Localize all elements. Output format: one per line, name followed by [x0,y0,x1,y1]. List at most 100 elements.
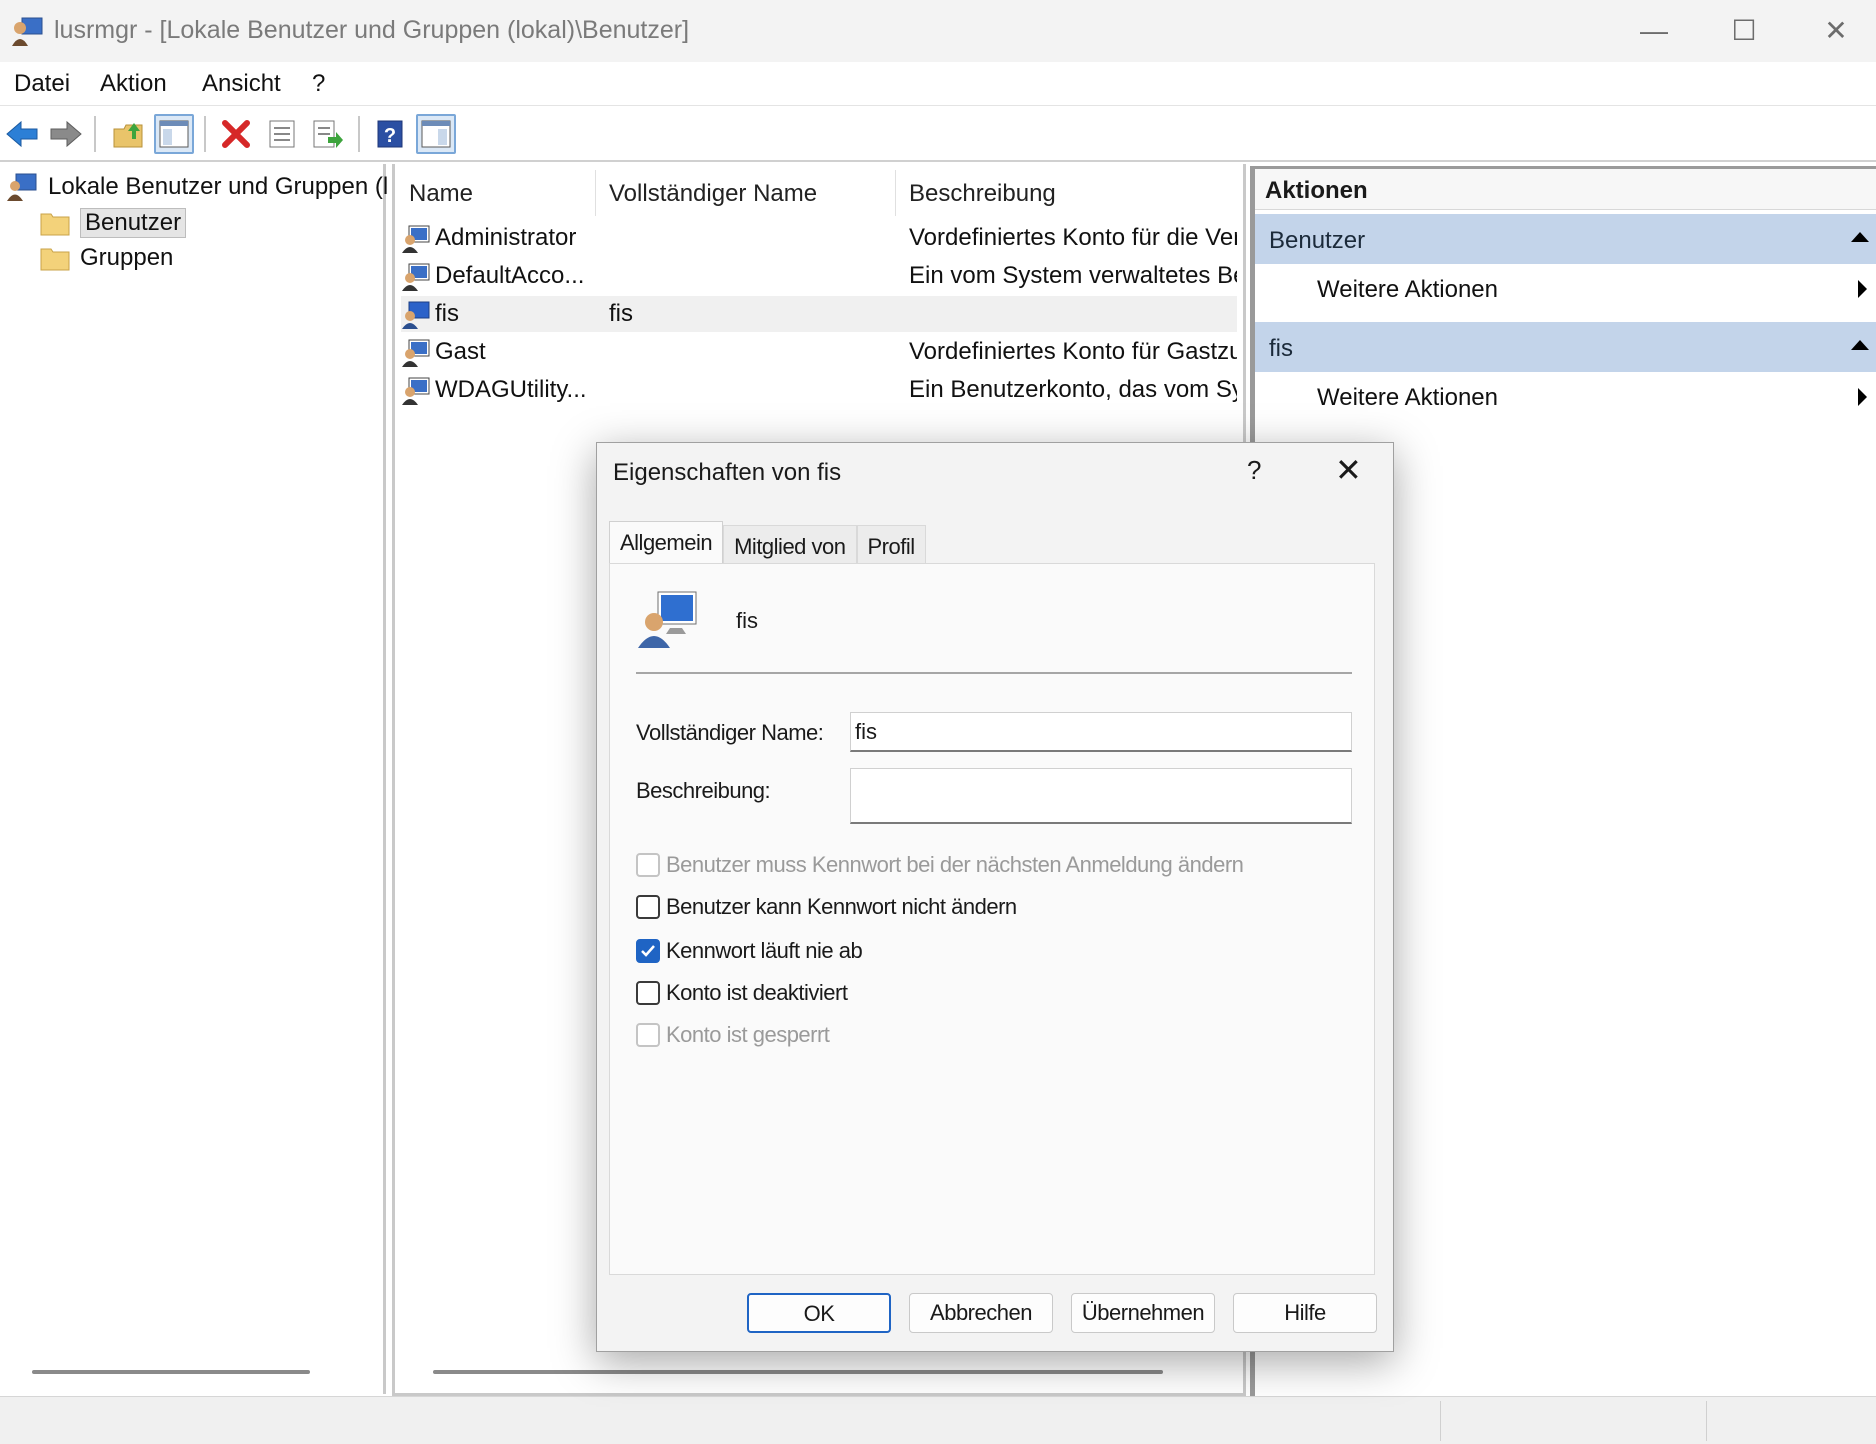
folder-icon [40,248,70,271]
menu-ansicht[interactable]: Ansicht [202,70,281,98]
column-separator[interactable] [895,170,896,216]
tree-item-benutzer-label: Benutzer [80,208,187,238]
checkbox-cannot-change-password[interactable]: Benutzer kann Kennwort nicht ändern [636,894,1017,920]
menu-datei[interactable]: Datei [14,70,70,98]
status-bar [0,1396,1876,1444]
app-users-icon [12,17,43,46]
tree-item-gruppen-label: Gruppen [80,244,174,271]
back-arrow-icon [6,120,38,148]
checkbox-box[interactable] [636,895,660,919]
toolbar: ? [0,106,1876,162]
tree-root-label: Lokale Benutzer und Gruppen (l [48,173,389,200]
checkbox-box[interactable] [636,981,660,1005]
checkbox-label: Benutzer muss Kennwort bei der nächsten … [666,852,1244,877]
checkbox-account-disabled[interactable]: Konto ist deaktiviert [636,980,848,1006]
list-horizontal-scrollbar[interactable] [433,1370,1163,1374]
cell-name: DefaultAcco... [435,262,585,289]
checkbox-label: Kennwort läuft nie ab [666,938,863,963]
tab-panel-allgemein: fis Vollständiger Name: Beschreibung: Be… [609,563,1375,1275]
tree-horizontal-scrollbar[interactable] [32,1370,310,1374]
dialog-title: Eigenschaften von fis [613,459,842,486]
checkbox-password-never-expires[interactable]: Kennwort läuft nie ab [636,938,863,964]
tree-item-benutzer[interactable]: Benutzer [40,208,187,238]
action-weitere-aktionen[interactable]: Weitere Aktionen [1255,374,1876,420]
description-field[interactable] [850,768,1352,824]
action-label: Weitere Aktionen [1317,384,1498,411]
checkbox-label: Konto ist gesperrt [666,1022,830,1047]
toolbar-separator [204,116,206,152]
ok-button[interactable]: OK [747,1293,891,1333]
show-hide-tree-button[interactable] [154,114,194,154]
maximize-button[interactable]: ☐ [1714,10,1774,52]
tab-profil[interactable]: Profil [856,525,926,565]
delete-icon [222,120,250,148]
dialog-username: fis [736,608,758,633]
table-row[interactable]: fis fis [401,296,1237,332]
actions-group-label: Benutzer [1269,227,1366,254]
dialog-help-text-button[interactable]: Hilfe [1233,1293,1377,1333]
show-hide-action-pane-icon [421,120,451,148]
menu-bar: Datei Aktion Ansicht ? [0,62,1876,106]
checkbox-must-change-password[interactable]: Benutzer muss Kennwort bei der nächsten … [636,852,1244,878]
user-icon [402,225,430,253]
checkmark-icon [641,945,655,957]
collapse-caret-icon[interactable] [1851,232,1869,242]
table-row[interactable]: Administrator Vordefiniertes Konto für d… [401,220,1237,256]
dialog-tabs: Allgemein Mitglied von Profil [609,521,926,565]
submenu-arrow-icon [1858,280,1867,298]
action-weitere-aktionen[interactable]: Weitere Aktionen [1255,266,1876,312]
toolbar-separator [94,116,96,152]
dialog-close-button[interactable]: ✕ [1335,451,1362,489]
delete-button[interactable] [216,114,256,154]
tab-mitglied-von[interactable]: Mitglied von [723,525,857,565]
actions-title: Aktionen [1255,166,1876,210]
help-icon: ? [377,120,403,148]
dialog-help-button[interactable]: ? [1247,455,1261,486]
show-hide-action-pane-button[interactable] [416,114,456,154]
collapse-caret-icon[interactable] [1851,340,1869,350]
column-header-full-name[interactable]: Vollständiger Name [609,180,817,208]
table-row[interactable]: Gast Vordefiniertes Konto für Gastzu [401,334,1237,370]
help-button[interactable]: ? [370,114,410,154]
menu-aktion[interactable]: Aktion [100,70,167,98]
status-divider [1706,1401,1707,1441]
folder-icon [40,213,70,236]
tree-item-gruppen[interactable]: Gruppen [40,244,173,272]
tab-allgemein[interactable]: Allgemein [609,521,724,565]
actions-group-label: fis [1269,335,1293,362]
checkbox-account-locked[interactable]: Konto ist gesperrt [636,1022,830,1048]
properties-button[interactable] [262,114,302,154]
tree-root-node[interactable]: Lokale Benutzer und Gruppen (l [6,172,388,202]
actions-group-fis[interactable]: fis [1255,322,1876,372]
checkbox-box[interactable] [636,853,660,877]
checkbox-box[interactable] [636,1023,660,1047]
cell-name: WDAGUtility... [435,376,587,403]
back-button[interactable] [2,114,42,154]
forward-arrow-icon [50,120,82,148]
action-label: Weitere Aktionen [1317,276,1498,303]
close-window-button[interactable]: ✕ [1806,10,1866,52]
full-name-field[interactable] [850,712,1352,752]
cell-description: Ein vom System verwaltetes Ber [909,262,1237,289]
full-name-label: Vollständiger Name: [636,720,824,745]
minimize-button[interactable]: — [1624,10,1684,52]
up-button[interactable] [108,114,148,154]
cell-description: Ein Benutzerkonto, das vom Sys [909,376,1237,403]
table-row[interactable]: DefaultAcco... Ein vom System verwaltete… [401,258,1237,294]
actions-group-benutzer[interactable]: Benutzer [1255,214,1876,264]
menu-help[interactable]: ? [312,70,325,98]
checkbox-box[interactable] [636,939,660,963]
forward-button[interactable] [46,114,86,154]
column-separator[interactable] [595,170,596,216]
column-header-description[interactable]: Beschreibung [909,180,1056,208]
apply-button[interactable]: Übernehmen [1071,1293,1215,1333]
cancel-button[interactable]: Abbrechen [909,1293,1053,1333]
export-list-button[interactable] [308,114,348,154]
divider [636,672,1352,674]
submenu-arrow-icon [1858,388,1867,406]
cell-name: Administrator [435,224,577,251]
column-header-name[interactable]: Name [409,180,473,208]
cell-name: Gast [435,338,486,365]
export-list-icon [313,120,343,148]
table-row[interactable]: WDAGUtility... Ein Benutzerkonto, das vo… [401,372,1237,408]
